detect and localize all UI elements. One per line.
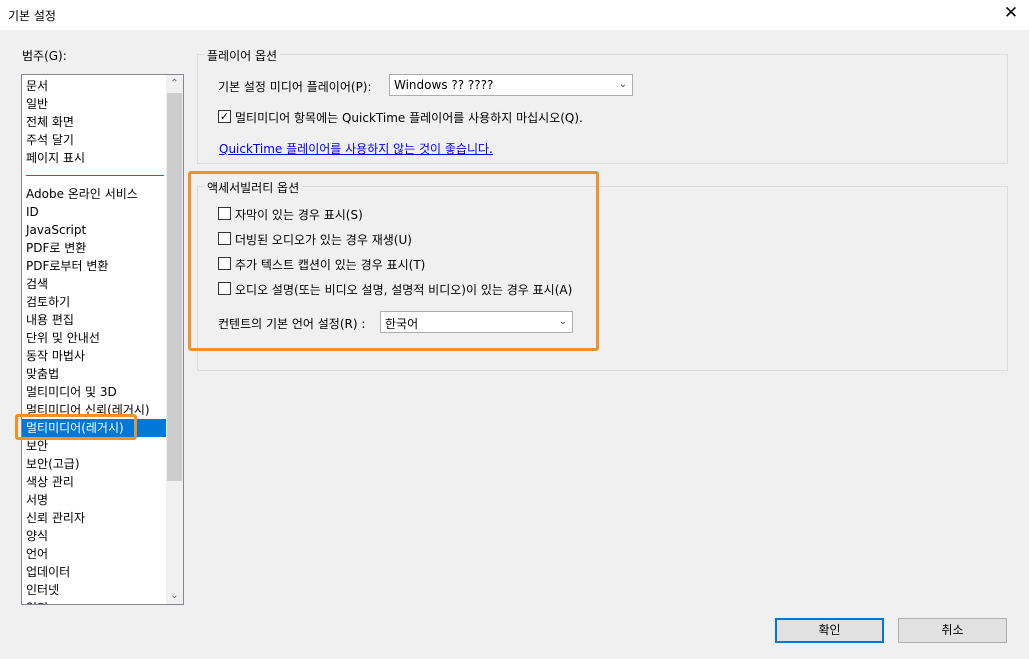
accessibility-checkbox[interactable] xyxy=(218,257,231,270)
category-item[interactable]: 인터넷 xyxy=(22,581,166,599)
title-bar: 기본 설정 ✕ xyxy=(0,0,1029,30)
category-item[interactable]: 페이지 표시 xyxy=(22,149,166,167)
accessibility-checkbox[interactable] xyxy=(218,207,231,220)
category-item[interactable]: 색상 관리 xyxy=(22,473,166,491)
category-item[interactable]: 언어 xyxy=(22,545,166,563)
default-player-select[interactable]: Windows ?? ???? ⌄ xyxy=(389,74,633,96)
category-item[interactable]: 주석 달기 xyxy=(22,131,166,149)
quicktime-link[interactable]: QuickTime 플레이어를 사용하지 않는 것이 좋습니다. xyxy=(219,140,493,157)
category-scrollbar[interactable]: ⌃ ⌄ xyxy=(166,75,183,604)
default-player-value: Windows ?? ???? xyxy=(394,78,494,92)
cancel-button[interactable]: 취소 xyxy=(898,618,1007,643)
chevron-down-icon: ⌄ xyxy=(618,79,628,90)
language-select[interactable]: 한국어 ⌄ xyxy=(380,311,573,333)
category-item[interactable]: 검색 xyxy=(22,275,166,293)
accessibility-options-legend: 액세서빌러티 옵션 xyxy=(204,179,303,196)
chevron-down-icon: ⌄ xyxy=(558,316,568,327)
accessibility-checkbox-label[interactable]: 추가 텍스트 캡션이 있는 경우 표시(T) xyxy=(235,256,425,273)
category-item[interactable]: 내용 편집 xyxy=(22,311,166,329)
category-item[interactable]: 보안(고급) xyxy=(22,455,166,473)
category-item[interactable]: 신뢰 관리자 xyxy=(22,509,166,527)
category-item[interactable]: 단위 및 안내선 xyxy=(22,329,166,347)
accessibility-checkbox-label[interactable]: 오디오 설명(또는 비디오 설명, 설명적 비디오)이 있는 경우 표시(A) xyxy=(235,281,572,298)
category-item[interactable]: Adobe 온라인 서비스 xyxy=(22,185,166,203)
category-item[interactable]: 멀티미디어 신뢰(레거시) xyxy=(22,401,166,419)
quicktime-checkbox[interactable]: ✓ xyxy=(218,110,231,123)
category-item[interactable]: JavaScript xyxy=(22,221,166,239)
scrollbar-thumb[interactable] xyxy=(167,93,182,481)
window-title: 기본 설정 xyxy=(8,9,56,23)
category-item[interactable]: 동작 마법사 xyxy=(22,347,166,365)
category-item[interactable]: 전체 화면 xyxy=(22,113,166,131)
accessibility-checkbox[interactable] xyxy=(218,282,231,295)
default-player-label: 기본 설정 미디어 플레이어(P): xyxy=(218,80,372,94)
category-item[interactable]: 보안 xyxy=(22,437,166,455)
category-item[interactable]: 일반 xyxy=(22,95,166,113)
category-item[interactable]: 서명 xyxy=(22,491,166,509)
category-item[interactable]: 읽기 xyxy=(22,599,166,604)
category-item[interactable]: PDF로 변환 xyxy=(22,239,166,257)
accessibility-checkbox-label[interactable]: 자막이 있는 경우 표시(S) xyxy=(235,206,363,223)
category-item[interactable]: 문서 xyxy=(22,77,166,95)
ok-button[interactable]: 확인 xyxy=(775,618,884,643)
category-item[interactable]: 검토하기 xyxy=(22,293,166,311)
chevron-down-icon[interactable]: ⌄ xyxy=(166,587,183,604)
language-value: 한국어 xyxy=(385,317,419,331)
category-item[interactable]: 멀티미디어(레거시) xyxy=(22,419,166,437)
category-separator xyxy=(26,175,164,176)
language-label: 컨텐트의 기본 언어 설정(R) : xyxy=(218,317,366,331)
close-icon[interactable]: ✕ xyxy=(997,0,1025,28)
category-item[interactable]: ID xyxy=(22,203,166,221)
chevron-up-icon[interactable]: ⌃ xyxy=(166,75,183,92)
accessibility-checkbox-label[interactable]: 더빙된 오디오가 있는 경우 재생(U) xyxy=(235,231,412,248)
category-item[interactable]: 업데이터 xyxy=(22,563,166,581)
category-item[interactable]: 양식 xyxy=(22,527,166,545)
category-item[interactable]: PDF로부터 변환 xyxy=(22,257,166,275)
category-item[interactable]: 멀티미디어 및 3D xyxy=(22,383,166,401)
category-list[interactable]: 문서 일반 전체 화면 주석 달기 페이지 표시 Adobe 온라인 서비스 ID JavaS… xyxy=(21,74,184,605)
accessibility-checkbox[interactable] xyxy=(218,232,231,245)
player-options-legend: 플레이어 옵션 xyxy=(204,47,281,64)
category-label: 범주(G): xyxy=(22,49,67,63)
quicktime-checkbox-label[interactable]: 멀티미디어 항목에는 QuickTime 플레이어를 사용하지 마십시오(Q). xyxy=(235,109,583,126)
category-item[interactable]: 맞춤법 xyxy=(22,365,166,383)
